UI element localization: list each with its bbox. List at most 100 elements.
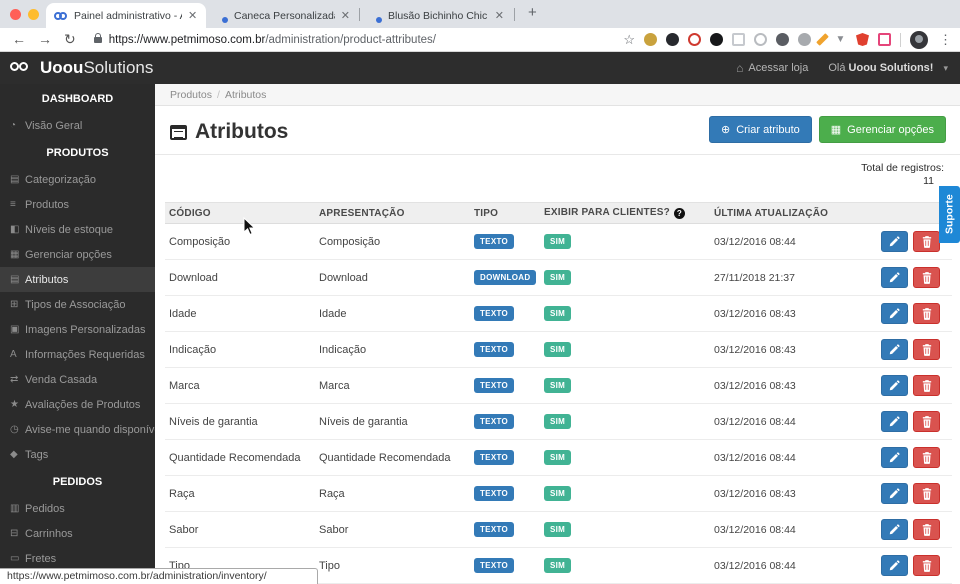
sidebar-item-orders[interactable]: ▥ Pedidos (0, 496, 155, 521)
extension-dark-circle-icon[interactable] (666, 33, 679, 46)
cross-sell-icon: ⇄ (10, 374, 19, 385)
tab-close-icon[interactable]: ✕ (188, 9, 197, 22)
sidebar-item-reviews-star[interactable]: ★ Avaliações de Produtos (0, 392, 155, 417)
delete-button[interactable] (913, 375, 940, 396)
user-menu[interactable]: Olá Uoou Solutions! ▾ (828, 62, 948, 74)
edit-button[interactable] (881, 411, 908, 432)
minimize-window-icon[interactable] (28, 9, 39, 20)
column-header-apresentacao: APRESENTAÇÃO (319, 207, 405, 219)
app-header: UoouSolutions ⌂ Acessar loja Olá Uoou So… (0, 52, 960, 84)
close-window-icon[interactable] (10, 9, 21, 20)
edit-button[interactable] (881, 339, 908, 360)
visible-badge: SIM (544, 414, 572, 429)
delete-button[interactable] (913, 447, 940, 468)
help-tooltip-icon[interactable]: ? (673, 208, 685, 219)
back-icon[interactable]: ← (12, 31, 26, 48)
extension-pencil-icon[interactable] (816, 33, 829, 46)
extension-square-outline-icon[interactable] (732, 33, 745, 46)
manage-options-button[interactable]: ▦ Gerenciar opções (818, 116, 946, 143)
profile-avatar[interactable] (910, 30, 928, 49)
sidebar-item-tags[interactable]: ◆ Tags (0, 442, 155, 467)
cell-codigo: Quantidade Recomendada (169, 451, 301, 464)
logo-bold: Uoou (40, 58, 84, 77)
extension-pink-square-icon[interactable] (878, 33, 891, 46)
cell-atualizacao: 03/12/2016 08:44 (714, 523, 796, 536)
browser-menu-icon[interactable]: ⋮ (939, 32, 952, 48)
shipping-icon: ▭ (10, 553, 20, 564)
tab-close-icon[interactable]: ✕ (495, 9, 504, 22)
delete-button[interactable] (913, 483, 940, 504)
edit-button[interactable] (881, 303, 908, 324)
sidebar-item-products-list[interactable]: ≡ Produtos (0, 192, 155, 217)
new-tab-button[interactable]: + (528, 4, 537, 21)
extension-shield-icon[interactable] (856, 33, 869, 46)
trash-icon (922, 307, 931, 320)
breadcrumb-parent[interactable]: Produtos (170, 89, 212, 101)
sidebar-item-attributes[interactable]: ▤ Atributos (0, 267, 155, 292)
type-badge: DOWNLOAD (474, 270, 537, 285)
delete-button[interactable] (913, 555, 940, 576)
forward-icon[interactable]: → (38, 31, 52, 48)
table-body: Composição Composição TEXTO SIM 03/12/20… (165, 224, 952, 584)
create-attribute-button[interactable]: ⊕ Criar atributo (708, 116, 812, 143)
edit-button[interactable] (881, 447, 908, 468)
sidebar-section-header: DASHBOARD (41, 93, 114, 105)
browser-tab-strip: Painel administrativo - Atributo ✕ Canec… (0, 0, 960, 28)
bookmark-star-icon[interactable]: ☆ (623, 32, 635, 48)
sidebar-item-cross-sell[interactable]: ⇄ Venda Casada (0, 367, 155, 392)
sidebar-section-header: PRODUTOS (46, 147, 109, 159)
sidebar-item-custom-images[interactable]: ▣ Imagens Personalizadas (0, 317, 155, 342)
delete-button[interactable] (913, 231, 940, 252)
extension-gray-ring-icon[interactable] (754, 33, 767, 46)
cell-codigo: Raça (169, 487, 195, 500)
edit-button[interactable] (881, 267, 908, 288)
access-store-label: Acessar loja (748, 62, 809, 74)
column-header-tipo: TIPO (474, 207, 499, 219)
logo-light: Solutions (83, 58, 154, 77)
sidebar-item-stock-levels[interactable]: ◧ Níveis de estoque (0, 217, 155, 242)
type-badge: TEXTO (474, 558, 515, 573)
extension-honey-icon[interactable] (644, 33, 657, 46)
sidebar-item-required-info[interactable]: A Informações Requeridas (0, 342, 155, 367)
cell-apresentacao: Sabor (319, 523, 349, 536)
sidebar-item-categories[interactable]: ▤ Categorização (0, 167, 155, 192)
edit-button[interactable] (881, 519, 908, 540)
sidebar-item-carts[interactable]: ⊟ Carrinhos (0, 521, 155, 546)
access-store-link[interactable]: ⌂ Acessar loja (736, 61, 808, 75)
url-path: /administration/product-attributes/ (265, 33, 436, 46)
delete-button[interactable] (913, 303, 940, 324)
trash-icon (922, 343, 931, 356)
browser-tab-2[interactable]: Caneca Personalizada Porcela ✕ (206, 3, 358, 28)
extension-red-ring-icon[interactable] (688, 33, 701, 46)
store-favicon-icon (214, 9, 228, 23)
sidebar-item-manage-options[interactable]: ▦ Gerenciar opções (0, 242, 155, 267)
delete-button[interactable] (913, 339, 940, 360)
tab-close-icon[interactable]: ✕ (341, 9, 350, 22)
extension-v-icon[interactable]: ▼ (834, 33, 847, 46)
sidebar-item-gauge[interactable]: ◔ Visão Geral (0, 113, 155, 138)
extension-black-arrow-icon[interactable] (710, 33, 723, 46)
visible-badge: SIM (544, 270, 572, 285)
sidebar-item-notify-clock[interactable]: ◷ Avise-me quando disponível (0, 417, 155, 442)
edit-button[interactable] (881, 555, 908, 576)
categories-icon: ▤ (10, 174, 20, 185)
address-bar[interactable]: https://www.petmimoso.com.br/administrat… (109, 34, 436, 46)
extension-eyedropper-icon[interactable] (776, 33, 789, 46)
sidebar-item-association-types[interactable]: ⊞ Tipos de Associação (0, 292, 155, 317)
delete-button[interactable] (913, 411, 940, 432)
cell-tipo: TEXTO (470, 234, 540, 249)
browser-tab-active[interactable]: Painel administrativo - Atributo ✕ (46, 3, 206, 28)
delete-button[interactable] (913, 267, 940, 288)
extension-chat-icon[interactable] (798, 33, 811, 46)
browser-tab-3[interactable]: Blusão Bichinho Chic Capuz M ✕ (360, 3, 512, 28)
mouse-cursor (243, 217, 256, 236)
products-list-icon: ≡ (10, 199, 16, 210)
support-tab[interactable]: Suporte (939, 186, 960, 243)
delete-button[interactable] (913, 519, 940, 540)
refresh-icon[interactable]: ↻ (64, 31, 76, 48)
edit-button[interactable] (881, 483, 908, 504)
edit-button[interactable] (881, 375, 908, 396)
edit-button[interactable] (881, 231, 908, 252)
cell-atualizacao: 03/12/2016 08:44 (714, 451, 796, 464)
cell-apresentacao: Níveis de garantia (319, 415, 408, 428)
